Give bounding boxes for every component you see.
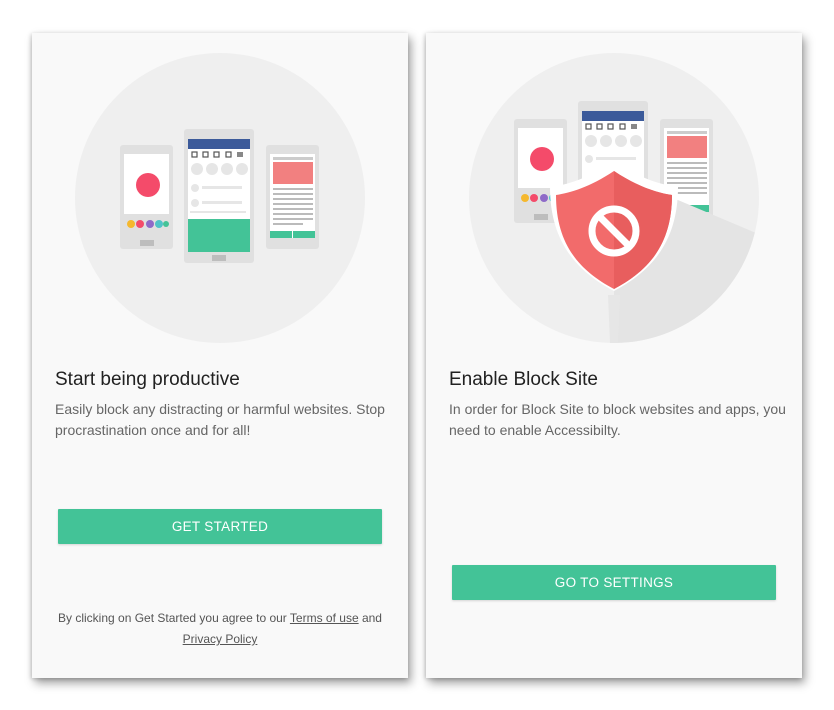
onboarding-screen-enable: Enable Block Site In order for Block Sit…	[426, 33, 802, 678]
page-description: Easily block any distracting or harmful …	[55, 401, 385, 438]
page-title: Enable Block Site	[449, 369, 598, 390]
get-started-button[interactable]: GET STARTED	[58, 509, 382, 544]
left-phone-icon	[120, 145, 173, 249]
terms-of-use-link[interactable]: Terms of use	[290, 611, 359, 625]
center-phone-icon	[184, 129, 254, 263]
page-description: In order for Block Site to block website…	[449, 401, 786, 438]
terms-middle: and	[358, 611, 382, 625]
privacy-policy-link[interactable]: Privacy Policy	[183, 632, 258, 646]
go-to-settings-button[interactable]: GO TO SETTINGS	[452, 565, 776, 600]
terms-prefix: By clicking on Get Started you agree to …	[58, 611, 290, 625]
three-phones-illustration	[75, 53, 365, 343]
phones-with-block-shield-illustration	[469, 53, 759, 343]
right-phone-icon	[266, 145, 319, 249]
terms-notice: By clicking on Get Started you agree to …	[42, 608, 398, 650]
page-title: Start being productive	[55, 369, 240, 390]
onboarding-screen-start: Start being productive Easily block any …	[32, 33, 408, 678]
